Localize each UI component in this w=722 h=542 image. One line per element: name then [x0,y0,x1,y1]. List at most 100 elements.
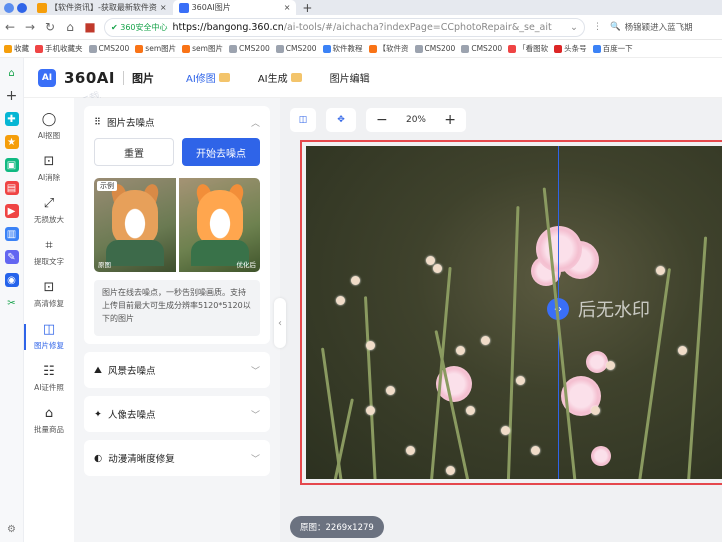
app-logo-icon[interactable]: AI [38,68,56,87]
chat-icon[interactable]: ◉ [4,273,19,287]
tool-0[interactable]: ◯ AI抠图 [24,112,74,141]
tool-icon: ◯ [41,112,57,127]
browser-search-input[interactable]: 🔍 杨锦颖进入蓝飞期 [610,21,718,33]
browser-logo-icon [4,2,14,13]
section-header[interactable]: ⛰ 风景去噪点 ﹀ [84,352,270,388]
image-watermark: 后无水印 [578,300,650,321]
favorite-icon[interactable]: ★ [4,135,19,149]
tool-2[interactable]: ⤢ 无损放大 [24,196,74,225]
tool-label: 提取文字 [34,257,64,266]
bookmark-icon [275,44,284,53]
security-badge[interactable]: ✔ 360安全中心 [111,22,168,33]
app-icon[interactable]: ✚ [4,112,19,126]
bookmark-label: 收藏 [14,44,29,53]
home-icon[interactable]: ⌂ [64,20,76,34]
app-logo-text[interactable]: 360AI [64,69,115,87]
tab-close-icon[interactable]: × [160,3,167,12]
reset-button[interactable]: 重置 [94,138,174,166]
bookmark-item[interactable]: 【软件资 [368,43,409,54]
chevron-down-icon[interactable]: ﹀ [251,452,260,465]
section-title: 风景去噪点 [107,366,156,377]
browser-tab-1[interactable]: 【软件资讯】-获取最新软件资 × [31,0,173,15]
zoom-out-button[interactable]: − [376,112,388,128]
tool-label: 批量商品 [34,425,64,434]
tool-6[interactable]: ☷ AI证件照 [24,364,74,393]
nav-image-edit[interactable]: 图片编辑 [330,70,370,85]
start-denoise-button[interactable]: 开始去噪点 [182,138,260,166]
bookmark-item[interactable]: sem图片 [135,43,176,54]
bookmark-icon [228,44,237,53]
move-icon: ✥ [337,115,345,125]
app-switch-icon[interactable] [17,2,27,13]
bookmark-label: CMS200 [424,44,456,53]
move-tool-button[interactable]: ✥ [326,108,356,132]
section-header[interactable]: ◐ 动漫清晰度修复 ﹀ [84,440,270,476]
compare-toggle-button[interactable]: ◫ [290,108,316,132]
flower-bud [501,426,510,435]
example-after-image: 优化后 [178,178,260,272]
image-icon[interactable]: ▣ [4,158,19,172]
tool-7[interactable]: ⌂ 批量商品 [24,406,74,435]
more-icon[interactable]: ⋮ [593,22,602,32]
back-icon[interactable]: ← [4,20,16,34]
extension-icon[interactable]: ■ [84,20,96,34]
section-header[interactable]: ✦ 人像去噪点 ﹀ [84,396,270,432]
scissors-icon[interactable]: ✂ [5,296,19,310]
nav-label: AI修图 [186,74,216,85]
refresh-icon[interactable]: ↻ [44,20,56,34]
flower-bud [366,341,375,350]
tab-close-icon[interactable]: × [284,3,291,12]
zoom-in-button[interactable]: + [444,112,456,128]
tool-icon: ☷ [43,364,55,379]
tool-sidebar: ◯ AI抠图 ⊡ AI消除 ⤢ 无损放大 ⌗ 提取文字 ⊡ 高清修复 ◫ 图片修复 ☷ AI证件照 ⌂ 批量商… [24,98,74,542]
section-icon: ◐ [94,452,103,464]
denoise-card: ⠿ 图片去噪点 ︿ 重置 开始去噪点 示例 原图 优化后 图片在线去噪点，一秒告… [84,106,270,344]
image-size-badge: 原图：2269x1279 [290,516,384,538]
bookmark-item[interactable]: 手机收藏夹 [35,43,83,54]
bookmark-label: 【软件资 [378,44,409,53]
bookmark-item[interactable]: CMS200 [228,44,270,53]
url-field[interactable]: ✔ 360安全中心 https://bangong.360.cn/ai-tool… [104,17,585,37]
add-icon[interactable]: + [5,88,19,104]
bookmark-item[interactable]: CMS200 [275,44,317,53]
section-icon: ✦ [94,408,102,420]
dropdown-icon[interactable]: ⌄ [570,22,578,33]
home-icon[interactable]: ⌂ [5,66,19,80]
plum-blossom [591,446,611,466]
plum-blossom [536,226,582,272]
chevron-down-icon[interactable]: ﹀ [251,408,260,421]
bookmark-item[interactable]: 软件教程 [322,43,363,54]
tool-1[interactable]: ⊡ AI消除 [24,154,74,183]
browser-tab-2[interactable]: 360AI图片 × [172,0,297,15]
nav-ai-generate[interactable]: AI生成 [258,70,302,85]
bookmark-item[interactable]: CMS200 [88,44,129,53]
plum-blossom [586,351,608,373]
browser-menu-icon[interactable] [0,0,31,15]
bookmark-item[interactable]: 收藏 [4,43,29,54]
image-preview-frame: ‹› 后无水印 [300,140,722,485]
settings-icon[interactable]: ⚙ [5,522,19,536]
after-caption: 优化后 [236,261,257,269]
video-icon[interactable]: ▶ [4,204,19,218]
collapse-panel-handle[interactable]: ‹ [274,298,286,348]
bookmark-item[interactable]: 「看图软 [508,43,548,54]
chevron-down-icon[interactable]: ﹀ [251,364,260,377]
note-icon[interactable]: ✎ [4,250,19,264]
denoise-card-header[interactable]: ⠿ 图片去噪点 ︿ [84,106,270,138]
bookmark-item[interactable]: 头条号 [554,43,587,54]
bookmark-item[interactable]: 百度一下 [592,43,633,54]
nav-ai-retouch[interactable]: AI修图 [186,70,230,85]
bookmark-item[interactable]: CMS200 [461,44,502,53]
chart-icon[interactable]: ▥ [4,227,19,241]
bookmark-item[interactable]: sem图片 [182,43,223,54]
document-icon[interactable]: ▤ [4,181,19,195]
tool-4[interactable]: ⊡ 高清修复 [24,280,74,309]
bookmark-item[interactable]: CMS200 [414,44,456,53]
tool-3[interactable]: ⌗ 提取文字 [24,238,74,267]
chevron-up-icon[interactable]: ︿ [251,116,260,129]
new-tab-button[interactable]: + [296,0,318,15]
forward-icon[interactable]: → [24,20,36,34]
tool-5[interactable]: ◫ 图片修复 [24,322,74,351]
tool-icon: ⌗ [45,238,53,253]
search-placeholder: 杨锦颖进入蓝飞期 [624,23,693,33]
